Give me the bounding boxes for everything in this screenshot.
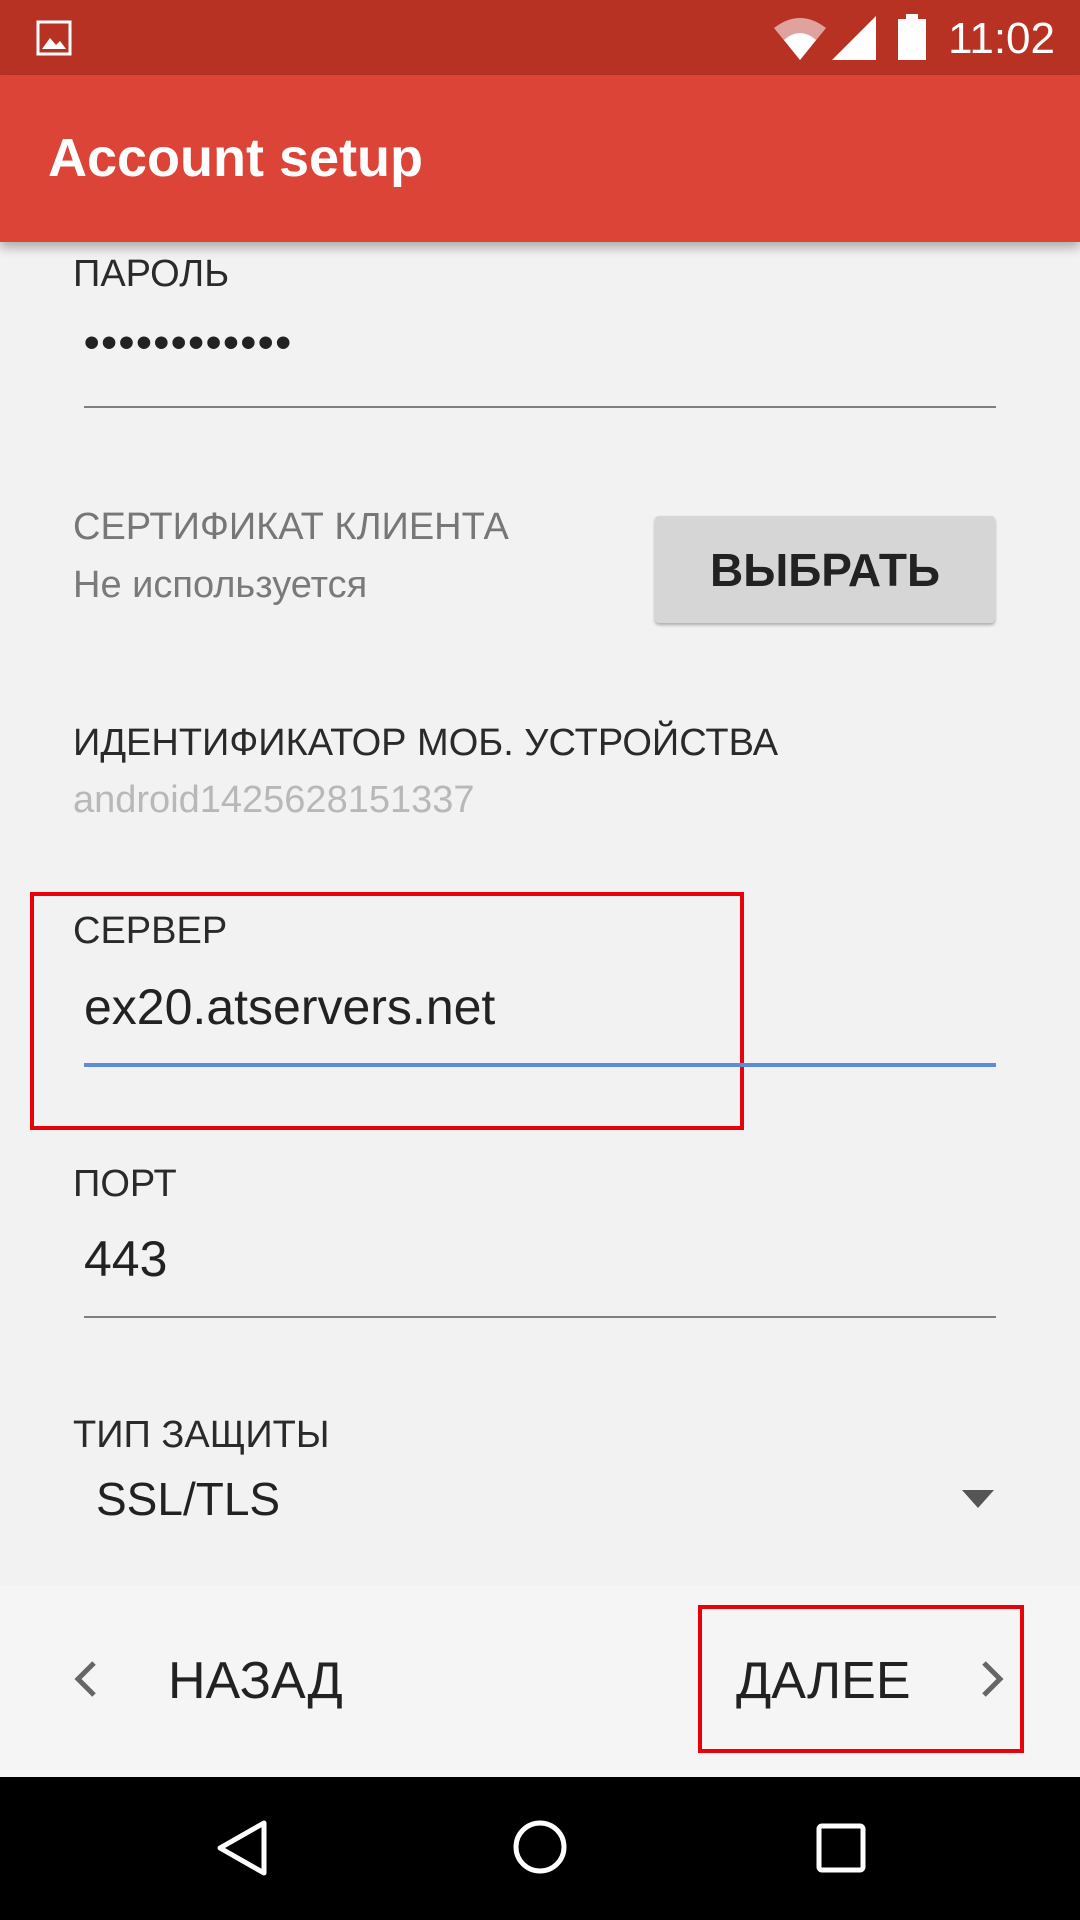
image-notification-icon (36, 20, 72, 56)
recents-square-icon[interactable] (816, 1823, 866, 1873)
back-triangle-icon[interactable] (214, 1819, 268, 1877)
client-certificate-status: Не используется (73, 564, 368, 606)
port-value: 443 (84, 1231, 168, 1287)
port-underline (84, 1316, 996, 1318)
system-navigation-bar (0, 1777, 1080, 1920)
cell-signal-icon (832, 16, 876, 60)
password-underline (84, 406, 996, 408)
port-input[interactable]: 443 (84, 1228, 996, 1308)
security-type-selected: SSL/TLS (96, 1473, 281, 1525)
next-highlight-box (698, 1605, 1024, 1753)
client-certificate-label: СЕРТИФИКАТ КЛИЕНТА (73, 506, 509, 548)
page-title: Account setup (48, 128, 424, 188)
back-label: НАЗАД (168, 1652, 343, 1710)
password-value: •••••••••••• (84, 318, 293, 367)
chevron-left-icon (74, 1661, 96, 1697)
security-type-dropdown[interactable]: SSL/TLS (84, 1466, 996, 1536)
server-value: ex20.atservers.net (84, 979, 496, 1035)
battery-icon (898, 14, 926, 60)
wifi-icon (774, 18, 826, 60)
choose-certificate-button[interactable]: ВЫБРАТЬ (655, 516, 995, 623)
device-id-value: android1425628151337 (73, 779, 475, 821)
status-bar: 11:02 (0, 0, 1080, 75)
port-label: ПОРТ (73, 1163, 177, 1205)
dropdown-arrow-icon (962, 1490, 994, 1508)
footer-nav-bar: НАЗАД ДАЛЕЕ (0, 1585, 1080, 1777)
server-input[interactable]: ex20.atservers.net (84, 976, 996, 1056)
password-field[interactable]: •••••••••••• (84, 318, 996, 398)
device-id-label: ИДЕНТИФИКАТОР МОБ. УСТРОЙСТВА (73, 722, 779, 764)
server-label: СЕРВЕР (73, 910, 228, 952)
server-underline (84, 1063, 996, 1067)
home-circle-icon[interactable] (512, 1819, 568, 1875)
status-time: 11:02 (948, 14, 1055, 63)
app-bar: Account setup (0, 75, 1080, 242)
back-button[interactable]: НАЗАД (40, 1625, 380, 1735)
password-label: ПАРОЛЬ (73, 253, 230, 295)
security-type-label: ТИП ЗАЩИТЫ (73, 1414, 330, 1456)
